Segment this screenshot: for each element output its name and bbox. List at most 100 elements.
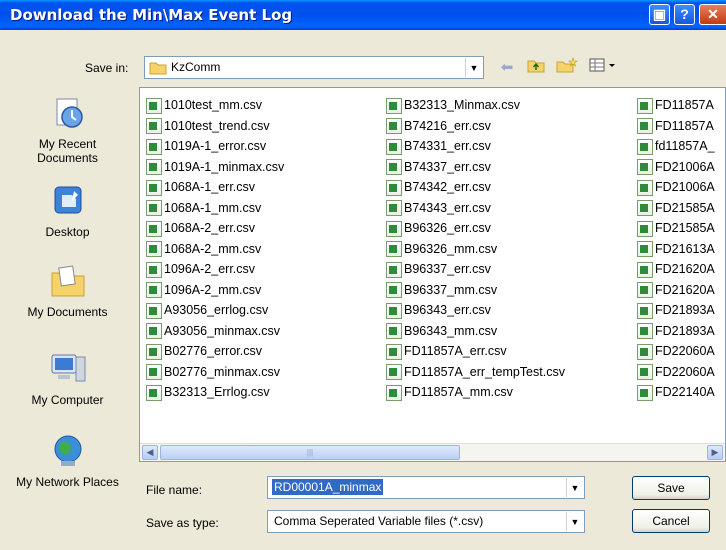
- csv-file-icon: [386, 118, 402, 135]
- file-name-input[interactable]: RD00001A_minmax ▼: [267, 476, 585, 499]
- file-item[interactable]: B02776_minmax.csv: [146, 362, 280, 382]
- file-item[interactable]: 1010test_trend.csv: [146, 116, 270, 136]
- restore-button[interactable]: ▣: [649, 4, 670, 25]
- scroll-right-icon[interactable]: ▶: [707, 445, 723, 460]
- csv-file-icon: [637, 261, 653, 278]
- file-name-text: 1019A-1_minmax.csv: [164, 159, 285, 174]
- file-item[interactable]: 1068A-1_mm.csv: [146, 198, 261, 218]
- save-in-dropdown[interactable]: KzComm ▼: [144, 56, 484, 79]
- cancel-button[interactable]: Cancel: [632, 509, 710, 533]
- file-item[interactable]: B96326_err.csv: [386, 218, 491, 238]
- file-item[interactable]: 1068A-2_err.csv: [146, 218, 255, 238]
- file-name-text: FD21613A: [655, 241, 715, 256]
- place-desktop[interactable]: Desktop: [10, 181, 125, 239]
- csv-file-icon: [386, 282, 402, 299]
- file-item[interactable]: B74331_err.csv: [386, 136, 491, 156]
- file-item[interactable]: B96337_err.csv: [386, 259, 491, 279]
- file-item[interactable]: 1068A-1_err.csv: [146, 177, 255, 197]
- file-item[interactable]: B32313_Minmax.csv: [386, 95, 520, 115]
- file-item[interactable]: FD21620A: [637, 259, 715, 279]
- save-type-dropdown[interactable]: Comma Seperated Variable files (*.csv) ▼: [267, 510, 585, 533]
- file-name-text: B96343_mm.csv: [404, 323, 498, 338]
- file-item[interactable]: FD21613A: [637, 239, 715, 259]
- save-type-value: Comma Seperated Variable files (*.csv): [274, 514, 484, 528]
- file-item[interactable]: FD21893A: [637, 321, 715, 341]
- chevron-down-icon[interactable]: ▼: [566, 512, 583, 531]
- csv-file-icon: [146, 302, 162, 319]
- file-item[interactable]: B96343_err.csv: [386, 300, 491, 320]
- file-item[interactable]: FD22140A: [637, 382, 715, 402]
- save-type-label: Save as type:: [146, 516, 219, 530]
- place-my-computer[interactable]: My Computer: [10, 349, 125, 407]
- file-name-text: 1096A-2_err.csv: [164, 262, 256, 276]
- file-item[interactable]: A93056_minmax.csv: [146, 321, 280, 341]
- file-name-text: FD21006A: [655, 180, 715, 194]
- file-item[interactable]: B74342_err.csv: [386, 177, 491, 197]
- new-folder-icon[interactable]: [556, 57, 578, 79]
- file-name-text: B96343_err.csv: [404, 303, 491, 317]
- csv-file-icon: [146, 364, 162, 381]
- file-item[interactable]: 1019A-1_error.csv: [146, 136, 266, 156]
- file-name-text: 1068A-2_mm.csv: [164, 241, 262, 256]
- file-item[interactable]: B74343_err.csv: [386, 198, 491, 218]
- file-item[interactable]: B96343_mm.csv: [386, 321, 497, 341]
- file-item[interactable]: FD22060A: [637, 362, 715, 382]
- close-button[interactable]: ✕: [699, 4, 726, 25]
- file-item[interactable]: FD21585A: [637, 198, 715, 218]
- place-network-label: My Network Places: [16, 475, 119, 489]
- place-my-computer-label: My Computer: [31, 393, 104, 407]
- csv-file-icon: [386, 364, 402, 381]
- file-item[interactable]: 1019A-1_minmax.csv: [146, 157, 284, 177]
- file-item[interactable]: FD21893A: [637, 300, 715, 320]
- file-name-label: File name:: [146, 483, 203, 497]
- file-item[interactable]: 1096A-2_err.csv: [146, 259, 255, 279]
- csv-file-icon: [637, 220, 653, 237]
- file-name-text: FD21893A: [655, 303, 715, 317]
- file-item[interactable]: B02776_error.csv: [146, 341, 262, 361]
- file-name-text: FD11857A: [655, 118, 714, 133]
- place-recent-documents[interactable]: My Recent Documents: [10, 93, 125, 165]
- horizontal-scrollbar[interactable]: ◀ ||| ▶: [140, 443, 725, 461]
- file-item[interactable]: B32313_Errlog.csv: [146, 382, 270, 402]
- scroll-left-icon[interactable]: ◀: [142, 445, 158, 460]
- file-item[interactable]: FD21006A: [637, 177, 715, 197]
- file-item[interactable]: FD11857A: [637, 95, 714, 115]
- back-icon[interactable]: ⬅: [498, 57, 516, 79]
- place-my-documents[interactable]: My Documents: [10, 261, 125, 319]
- csv-file-icon: [637, 364, 653, 381]
- chevron-down-icon[interactable]: ▼: [566, 478, 583, 497]
- scrollbar-thumb[interactable]: |||: [160, 445, 460, 460]
- place-my-documents-label: My Documents: [27, 305, 108, 319]
- place-network[interactable]: My Network Places: [10, 431, 125, 489]
- up-folder-icon[interactable]: [526, 57, 546, 79]
- file-item[interactable]: FD21585A: [637, 218, 715, 238]
- file-item[interactable]: 1010test_mm.csv: [146, 95, 262, 115]
- file-item[interactable]: B74216_err.csv: [386, 116, 491, 136]
- file-item[interactable]: B74337_err.csv: [386, 157, 491, 177]
- title-bar[interactable]: Download the Min\Max Event Log ▣ ? ✕: [0, 0, 726, 30]
- file-item[interactable]: fd11857A_: [637, 136, 715, 156]
- file-item[interactable]: FD11857A: [637, 116, 714, 136]
- csv-file-icon: [146, 118, 162, 135]
- chevron-down-icon[interactable]: ▼: [465, 58, 482, 77]
- file-item[interactable]: B96326_mm.csv: [386, 239, 497, 259]
- file-item[interactable]: FD21620A: [637, 280, 715, 300]
- place-recent-label: My Recent Documents: [37, 137, 98, 165]
- file-item[interactable]: 1096A-2_mm.csv: [146, 280, 261, 300]
- save-button[interactable]: Save: [632, 476, 710, 500]
- file-item[interactable]: FD11857A_err.csv: [386, 341, 507, 361]
- view-menu-icon[interactable]: [586, 57, 620, 79]
- file-item[interactable]: FD11857A_err_tempTest.csv: [386, 362, 565, 382]
- file-item[interactable]: FD11857A_mm.csv: [386, 382, 513, 402]
- file-list[interactable]: 1010test_mm.csv 1010test_trend.csv 1019A-1…: [139, 87, 726, 462]
- file-item[interactable]: A93056_errlog.csv: [146, 300, 268, 320]
- file-name-text: B96326_mm.csv: [404, 241, 498, 256]
- file-item[interactable]: FD21006A: [637, 157, 715, 177]
- window-title: Download the Min\Max Event Log: [10, 6, 293, 24]
- network-places-icon: [48, 431, 88, 471]
- file-item[interactable]: FD22060A: [637, 341, 715, 361]
- file-item[interactable]: B96337_mm.csv: [386, 280, 497, 300]
- file-item[interactable]: 1068A-2_mm.csv: [146, 239, 261, 259]
- my-documents-icon: [48, 261, 88, 301]
- help-button[interactable]: ?: [674, 4, 695, 25]
